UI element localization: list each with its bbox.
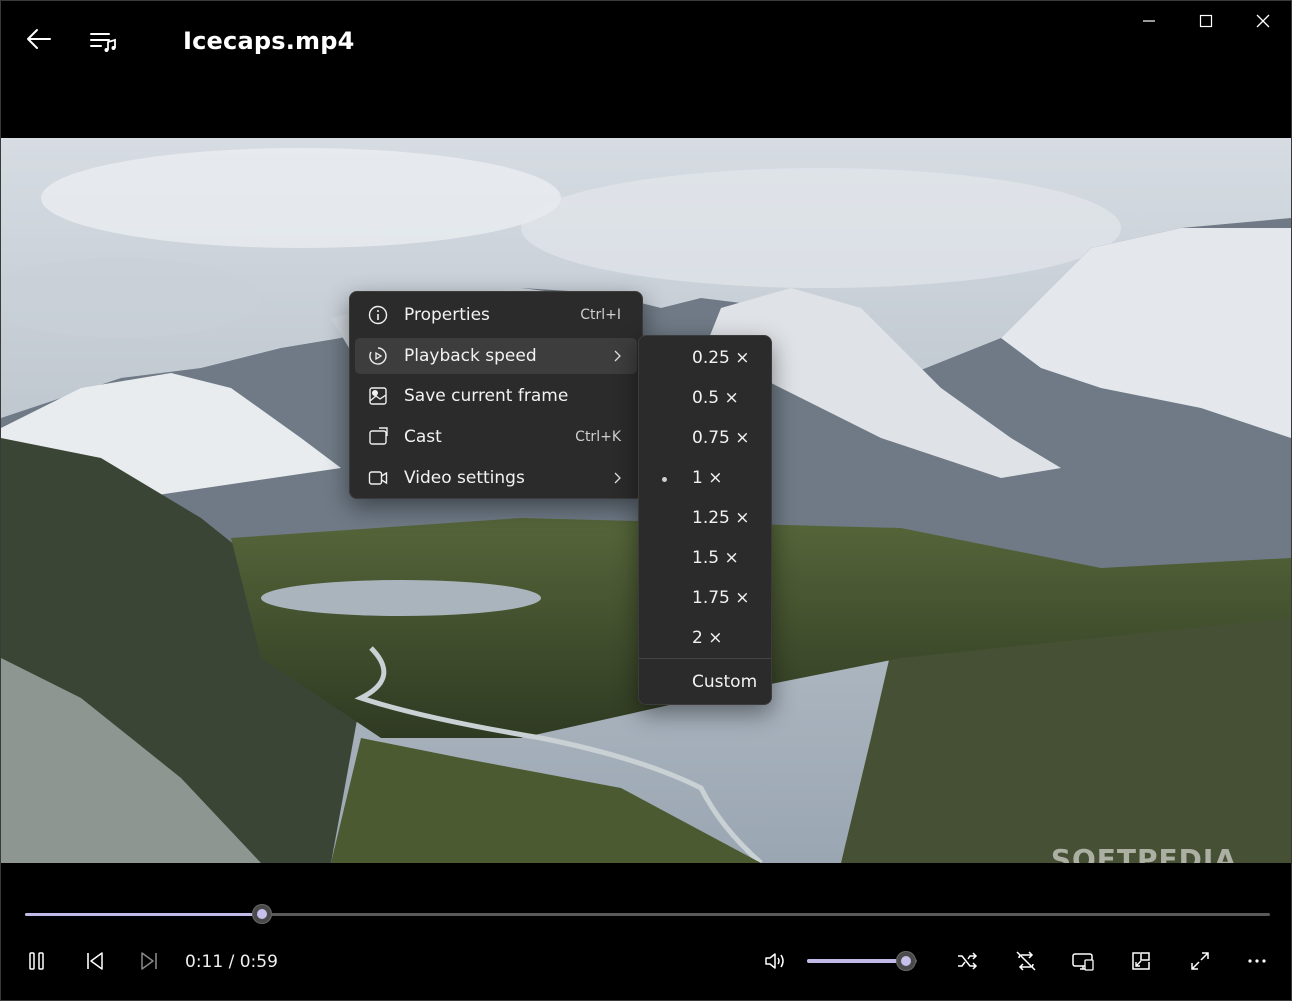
- menu-item-shortcut: Ctrl+I: [580, 307, 621, 323]
- menu-item-video-settings[interactable]: Video settings: [355, 460, 637, 496]
- menu-item-cast[interactable]: Cast Ctrl+K: [355, 419, 637, 455]
- chevron-right-icon: [614, 350, 621, 362]
- minimize-button[interactable]: [1131, 7, 1167, 35]
- video-title: Icecaps.mp4: [183, 27, 355, 55]
- speed-option-label: Custom: [692, 672, 758, 692]
- menu-separator: [639, 658, 771, 659]
- menu-item-properties[interactable]: Properties Ctrl+I: [355, 297, 637, 333]
- menu-item-label: Video settings: [404, 468, 525, 488]
- menu-item-label: Save current frame: [404, 386, 569, 406]
- back-arrow-icon: [27, 29, 51, 49]
- minimize-icon: [1143, 20, 1155, 22]
- chevron-right-icon: [614, 472, 621, 484]
- speed-option-label: 0.75 ×: [692, 428, 750, 448]
- volume-icon: [765, 953, 784, 969]
- speed-option[interactable]: 1.25 ×: [639, 500, 771, 536]
- close-button[interactable]: [1245, 7, 1281, 35]
- repeat-off-icon: [1016, 951, 1036, 971]
- playback-speed-icon: [369, 347, 387, 365]
- speed-option[interactable]: 2 ×: [639, 620, 771, 656]
- more-options-button[interactable]: [1241, 945, 1273, 977]
- menu-item-save-frame[interactable]: Save current frame: [355, 378, 637, 414]
- info-icon: [368, 305, 388, 325]
- speed-option-label: 1.75 ×: [692, 588, 750, 608]
- next-button[interactable]: [133, 945, 165, 977]
- speed-option[interactable]: 1.75 ×: [639, 580, 771, 616]
- seek-thumb[interactable]: [251, 904, 272, 924]
- previous-icon: [87, 952, 103, 970]
- selected-bullet-icon: [662, 477, 667, 482]
- mini-player-icon: [1132, 952, 1150, 970]
- speed-option-selected[interactable]: 1 ×: [639, 460, 771, 496]
- shuffle-button[interactable]: [951, 945, 983, 977]
- maximize-icon: [1199, 14, 1213, 28]
- volume-thumb[interactable]: [896, 951, 916, 971]
- volume-button[interactable]: [760, 945, 792, 977]
- context-menu: Properties Ctrl+I Playback speed Save cu…: [349, 291, 643, 499]
- menu-item-shortcut: Ctrl+K: [575, 429, 621, 445]
- speed-option[interactable]: 1.5 ×: [639, 540, 771, 576]
- time-display: 0:11 / 0:59: [185, 952, 278, 972]
- speed-option[interactable]: 0.5 ×: [639, 380, 771, 416]
- save-frame-icon: [369, 387, 387, 405]
- media-player-window: Icecaps.mp4 SOFTPEDIA Properties Ctrl+I …: [0, 0, 1292, 1001]
- watermark: SOFTPEDIA: [1050, 843, 1237, 863]
- video-settings-icon: [368, 471, 388, 485]
- menu-item-label: Cast: [404, 427, 442, 447]
- volume-level: [807, 959, 906, 963]
- cast-icon: [369, 427, 388, 445]
- fullscreen-button[interactable]: [1184, 945, 1216, 977]
- playlist-button[interactable]: [85, 25, 121, 57]
- mini-player-button[interactable]: [1125, 945, 1157, 977]
- speed-option[interactable]: 0.75 ×: [639, 420, 771, 456]
- menu-item-label: Properties: [404, 305, 490, 325]
- speed-option-label: 1.25 ×: [692, 508, 750, 528]
- shuffle-icon: [958, 952, 978, 970]
- seek-bar[interactable]: [25, 913, 1270, 916]
- speed-option-label: 0.5 ×: [692, 388, 739, 408]
- speed-option-custom[interactable]: Custom: [639, 664, 771, 700]
- close-icon: [1256, 14, 1270, 28]
- maximize-button[interactable]: [1188, 7, 1224, 35]
- playback-speed-submenu: 0.25 × 0.5 × 0.75 × 1 × 1.25 × 1.5 × 1.7…: [638, 335, 772, 705]
- repeat-button[interactable]: [1010, 945, 1042, 977]
- speed-option-label: 0.25 ×: [692, 348, 750, 368]
- fullscreen-icon: [1191, 952, 1209, 970]
- cast-to-device-button[interactable]: [1067, 945, 1099, 977]
- seek-bar-progress: [25, 913, 262, 916]
- cast-to-device-icon: [1072, 953, 1094, 971]
- menu-item-label: Playback speed: [404, 346, 537, 366]
- speed-option-label: 1.5 ×: [692, 548, 739, 568]
- back-button[interactable]: [21, 23, 57, 55]
- speed-option-label: 2 ×: [692, 628, 723, 648]
- playlist-icon: [90, 33, 116, 52]
- speed-option-label: 1 ×: [692, 468, 723, 488]
- speed-option[interactable]: 0.25 ×: [639, 340, 771, 376]
- menu-item-playback-speed[interactable]: Playback speed: [355, 338, 637, 374]
- previous-button[interactable]: [79, 945, 111, 977]
- more-icon: [1248, 959, 1266, 963]
- next-icon: [141, 952, 157, 970]
- pause-icon: [29, 952, 44, 970]
- pause-button[interactable]: [21, 945, 53, 977]
